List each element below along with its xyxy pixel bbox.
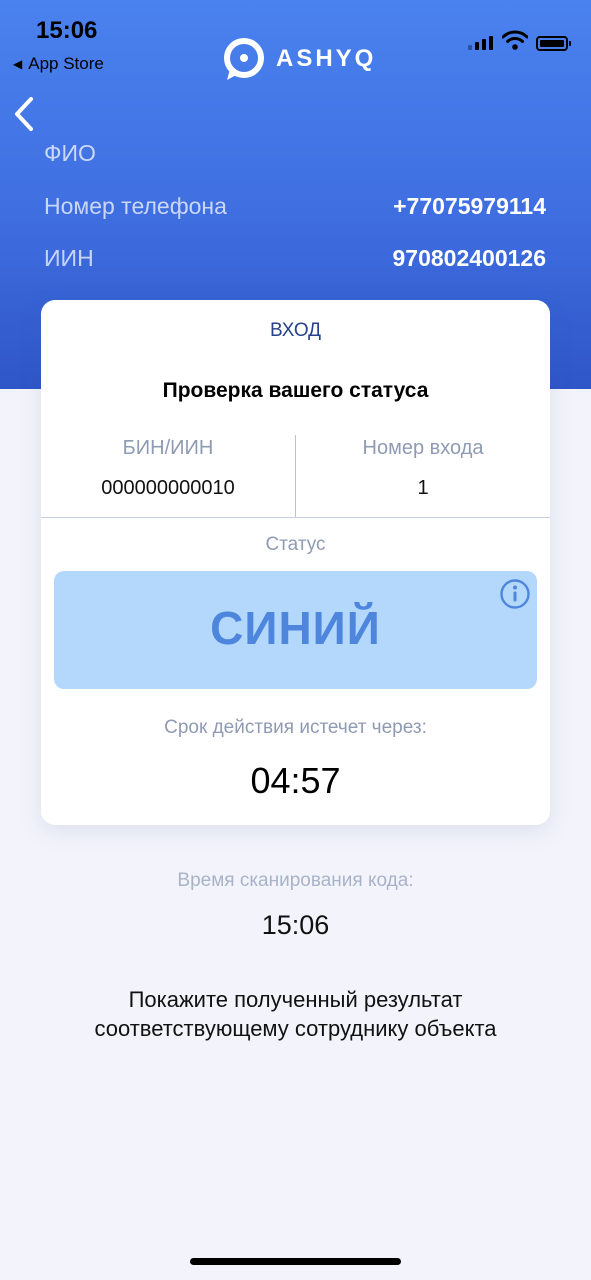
battery-icon xyxy=(536,36,571,51)
chat-bubble-logo-icon xyxy=(224,38,264,80)
bin-label: БИН/ИИН xyxy=(122,437,214,459)
phone-row: Номер телефона +77075979114 xyxy=(44,193,546,220)
iin-value: 970802400126 xyxy=(392,245,547,271)
scan-time-label: Время сканирования кода: xyxy=(177,870,414,891)
phone-label: Номер телефона xyxy=(44,193,227,219)
iin-row: ИИН 970802400126 xyxy=(44,245,546,272)
cellular-signal-icon xyxy=(468,36,493,50)
status-bar-time: 15:06 xyxy=(36,17,98,44)
logo-text: ASHYQ xyxy=(276,45,377,72)
bin-value: 000000000010 xyxy=(101,477,235,499)
entrance-column: Номер входа 1 xyxy=(296,437,550,500)
home-indicator[interactable] xyxy=(190,1258,401,1265)
status-badge: СИНИЙ xyxy=(54,571,537,689)
bin-column: БИН/ИИН 000000000010 xyxy=(41,437,295,500)
fio-label: ФИО xyxy=(44,140,96,166)
back-to-app-link[interactable]: ◀ App Store xyxy=(13,54,104,74)
expire-timer: 04:57 xyxy=(250,760,341,801)
section-divider xyxy=(41,517,550,518)
status-card: ВХОД Проверка вашего статуса БИН/ИИН 000… xyxy=(41,300,550,825)
status-label: Статус xyxy=(265,534,326,555)
chevron-left-icon[interactable] xyxy=(12,96,36,132)
expire-label: Срок действия истечет через: xyxy=(164,717,427,738)
check-title: Проверка вашего статуса xyxy=(162,379,429,402)
scan-time-value: 15:06 xyxy=(261,910,330,940)
iin-label: ИИН xyxy=(44,245,94,271)
info-icon[interactable] xyxy=(499,578,531,610)
entrance-value: 1 xyxy=(417,477,429,499)
entry-title: ВХОД xyxy=(269,320,322,341)
instructions-text: Покажите полученный результат соответств… xyxy=(94,987,497,1041)
fio-row: ФИО xyxy=(44,140,546,167)
back-app-label: App Store xyxy=(28,54,104,73)
wifi-icon xyxy=(502,30,528,50)
status-value: СИНИЙ xyxy=(210,602,381,654)
phone-value: +77075979114 xyxy=(393,193,546,219)
entrance-label: Номер входа xyxy=(362,437,484,459)
back-triangle-icon: ◀ xyxy=(13,57,23,71)
app-logo: ASHYQ xyxy=(222,36,376,82)
